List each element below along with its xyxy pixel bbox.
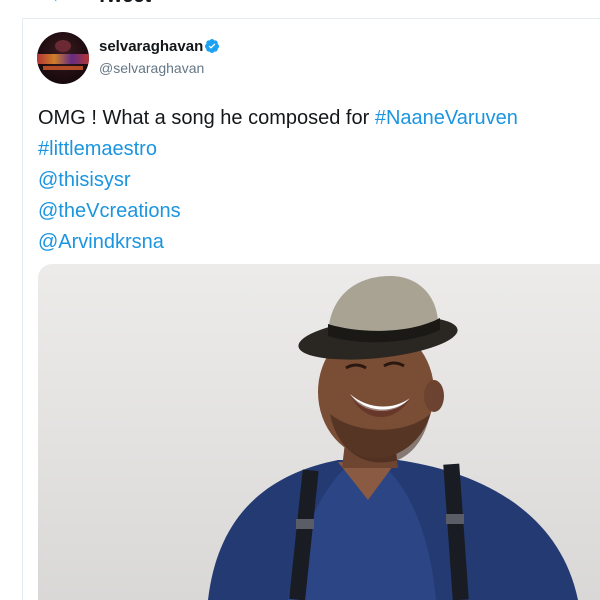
tweet-text-line-1: OMG ! What a song he composed for #Naane…: [38, 103, 600, 134]
hashtag-link[interactable]: #NaaneVaruven: [375, 107, 518, 129]
tweet-text: OMG ! What a song he composed for #Naane…: [38, 103, 600, 258]
mention-link[interactable]: @Arvindkrsna: [38, 227, 600, 258]
verified-badge-icon: [204, 39, 219, 53]
tweet-text-prefix: OMG ! What a song he composed for: [38, 107, 375, 129]
tweet-header-bar: ← Tweet: [0, 0, 600, 8]
tweet-photo[interactable]: [38, 264, 600, 600]
author-handle[interactable]: @selvaraghavan: [99, 60, 204, 76]
author-display-name[interactable]: selvaraghavan: [99, 38, 203, 55]
person-photo-illustration: [208, 276, 578, 600]
mention-link[interactable]: @theVcreations: [38, 196, 600, 227]
back-arrow-icon[interactable]: ←: [50, 0, 68, 7]
hashtag-link[interactable]: #littlemaestro: [38, 134, 600, 165]
page-title: Tweet: [96, 0, 151, 8]
avatar[interactable]: [37, 32, 89, 84]
mention-link[interactable]: @thisisysr: [38, 165, 600, 196]
